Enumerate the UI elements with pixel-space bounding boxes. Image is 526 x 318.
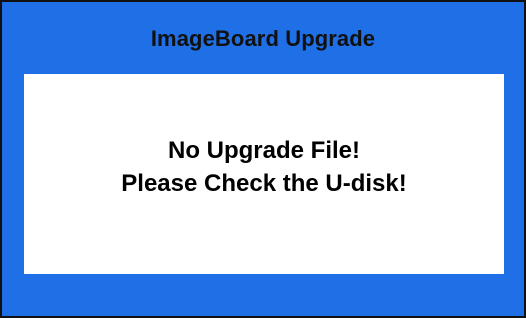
upgrade-dialog: ImageBoard Upgrade No Upgrade File! Plea…	[0, 0, 526, 318]
message-panel: No Upgrade File! Please Check the U-disk…	[24, 74, 504, 274]
message-line-no-upgrade-file: No Upgrade File!	[167, 137, 360, 164]
dialog-title: ImageBoard Upgrade	[150, 26, 376, 51]
message-line-check-u-disk: Please Check the U-disk!	[121, 170, 407, 197]
